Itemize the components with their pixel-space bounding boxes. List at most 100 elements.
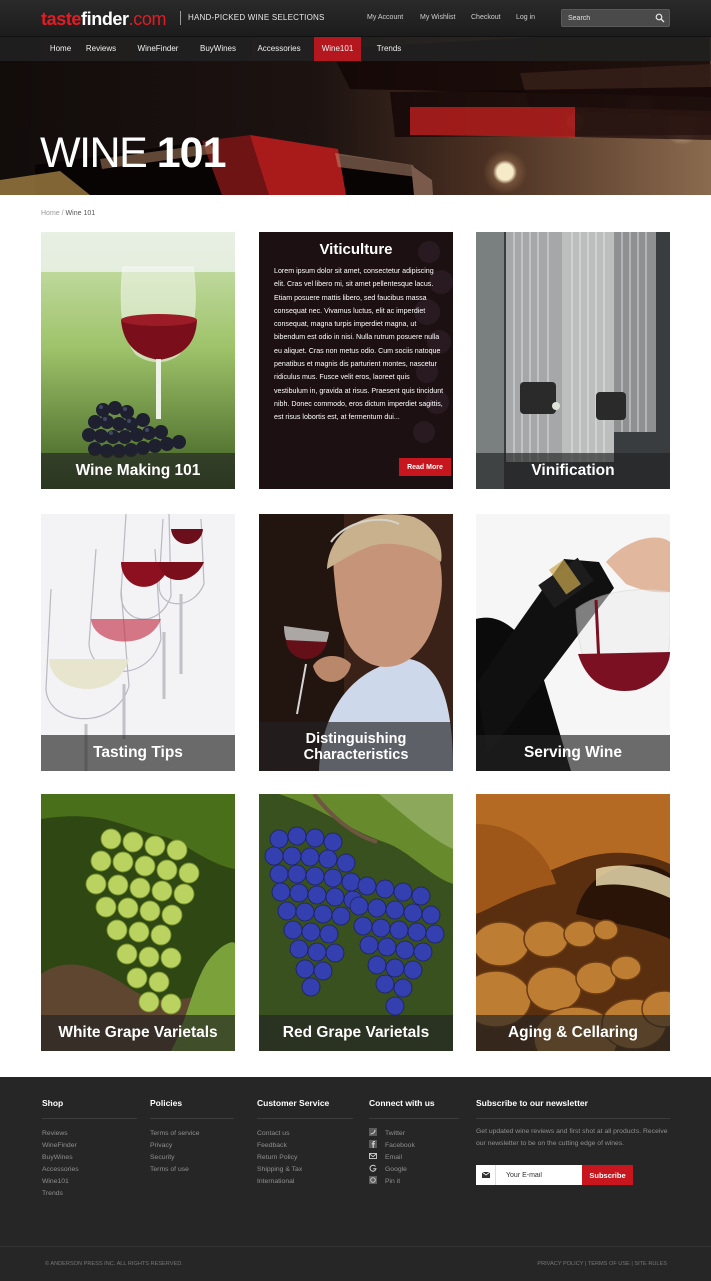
tile-label: Distinguishing Characteristics [259,722,453,771]
breadcrumb-current: Wine 101 [65,210,96,217]
my-account-link[interactable]: My Account [367,14,403,21]
nav-wine101[interactable]: Wine101 [314,37,361,61]
footer-link-reviews[interactable]: Reviews [42,1128,68,1140]
social-google-link[interactable]: Google [369,1164,407,1173]
footer-link-wine101[interactable]: Wine101 [42,1176,69,1188]
pouring-wine-image [476,514,670,771]
tile-label: White Grape Varietals [41,1015,235,1051]
social-label: Facebook [385,1142,415,1149]
tile-label-line-1: Distinguishing [305,731,407,747]
tile-serving-wine[interactable]: Serving Wine [476,514,670,771]
breadcrumb-home[interactable]: Home [41,210,60,217]
tile-label: Vinification [476,453,670,489]
social-email-link[interactable]: Email [369,1152,402,1161]
footer-customer-service-heading: Customer Service [257,1098,330,1108]
legal-links[interactable]: PRIVACY POLICY | TERMS OF USE | SITE RUL… [537,1261,667,1267]
breadcrumb-separator: / [61,210,64,217]
search-icon[interactable] [655,13,665,23]
tile-white-grape-varietals[interactable]: White Grape Varietals [41,794,235,1051]
tile-label: Serving Wine [476,735,670,771]
nav-trends[interactable]: Trends [369,37,409,61]
footer-policies-heading: Policies [150,1098,183,1108]
site-tagline: HAND-PICKED WINE SELECTIONS [188,13,325,22]
tile-aging-cellaring[interactable]: Aging & Cellaring [476,794,670,1051]
tile-label: Wine Making 101 [41,453,235,489]
footer-link-security[interactable]: Security [150,1152,175,1164]
tile-distinguishing-characteristics[interactable]: Distinguishing Characteristics [259,514,453,771]
nav-home[interactable]: Home [45,37,76,61]
newsletter-email-input[interactable] [496,1165,582,1185]
tile-label: Red Grape Varietals [259,1015,453,1051]
footer-link-privacy[interactable]: Privacy [150,1140,172,1152]
wine-cellar-image [476,794,670,1051]
read-more-button[interactable]: Read More [399,458,451,476]
subscribe-button[interactable]: Subscribe [582,1165,633,1185]
tile-description: Lorem ipsum dolor sit amet, consectetur … [274,267,444,422]
footer-newsletter-heading: Subscribe to our newsletter [476,1098,588,1108]
red-grapes-image [259,794,453,1051]
wine-glass-image [41,232,235,489]
social-pinterest-link[interactable]: Pin it [369,1176,400,1185]
tile-label: Aging & Cellaring [476,1015,670,1051]
tile-label-line-2: Characteristics [303,747,409,763]
copyright-text: © ANDERSON PRESS INC. ALL RIGHTS RESERVE… [45,1261,183,1267]
footer-shop-heading: Shop [42,1098,64,1108]
pinterest-icon [369,1176,377,1184]
footer-link-contact[interactable]: Contact us [257,1128,290,1140]
white-grapes-image [41,794,235,1051]
footer-link-winefinder[interactable]: WineFinder [42,1140,77,1152]
search-input[interactable] [568,13,648,24]
twitter-icon [369,1128,377,1136]
footer-link-international[interactable]: International [257,1176,294,1188]
facebook-icon [369,1140,377,1148]
social-facebook-link[interactable]: Facebook [369,1140,415,1149]
footer-link-buywines[interactable]: BuyWines [42,1152,73,1164]
checkout-link[interactable]: Checkout [471,14,501,21]
site-logo[interactable]: tastefinder.com [41,9,166,29]
email-icon [369,1153,377,1159]
tile-title: Viticulture [319,241,393,258]
social-label: Email [385,1154,402,1161]
social-label: Google [385,1166,407,1173]
main-nav: Home Reviews WineFinder BuyWines Accesso… [0,37,711,61]
footer-link-feedback[interactable]: Feedback [257,1140,287,1152]
tile-red-grape-varietals[interactable]: Red Grape Varietals [259,794,453,1051]
footer-link-return-policy[interactable]: Return Policy [257,1152,297,1164]
newsletter-description: Get updated wine reviews and first shot … [476,1128,668,1147]
footer-link-terms-use[interactable]: Terms of use [150,1164,189,1176]
logo-com: .com [128,9,167,29]
footer-divider [42,1118,137,1119]
google-icon [369,1164,377,1172]
footer-divider [476,1118,670,1119]
tile-label: Tasting Tips [41,735,235,771]
social-label: Twitter [385,1130,406,1137]
footer-link-terms-service[interactable]: Terms of service [150,1128,199,1140]
footer-connect-heading: Connect with us [369,1098,435,1108]
footer-divider [150,1118,234,1119]
search-box [561,9,670,27]
page-title-light: WINE [40,129,148,177]
footer-link-shipping-tax[interactable]: Shipping & Tax [257,1164,302,1176]
nav-winefinder[interactable]: WineFinder [132,37,184,61]
wine-glasses-image [41,514,235,771]
footer-divider [369,1118,459,1119]
nav-accessories[interactable]: Accessories [251,37,307,61]
footer-link-trends[interactable]: Trends [42,1188,63,1200]
footer-link-accessories[interactable]: Accessories [42,1164,79,1176]
breadcrumb: Home / Wine 101 [41,210,95,217]
logo-finder: finder [81,9,129,29]
tile-vinification[interactable]: Vinification [476,232,670,489]
nav-reviews[interactable]: Reviews [83,37,119,61]
envelope-icon [481,1171,491,1178]
tile-viticulture[interactable]: Viticulture Lorem ipsum dolor sit amet, … [259,232,453,489]
tile-wine-making-101[interactable]: Wine Making 101 [41,232,235,489]
social-label: Pin it [385,1178,401,1185]
login-link[interactable]: Log in [516,14,535,21]
steel-tanks-image [476,232,670,489]
tile-tasting-tips[interactable]: Tasting Tips [41,514,235,771]
nav-buywines[interactable]: BuyWines [196,37,240,61]
my-wishlist-link[interactable]: My Wishlist [420,14,455,21]
social-twitter-link[interactable]: Twitter [369,1128,405,1137]
top-bar: tastefinder.com HAND-PICKED WINE SELECTI… [0,0,711,37]
logo-divider [180,11,181,25]
